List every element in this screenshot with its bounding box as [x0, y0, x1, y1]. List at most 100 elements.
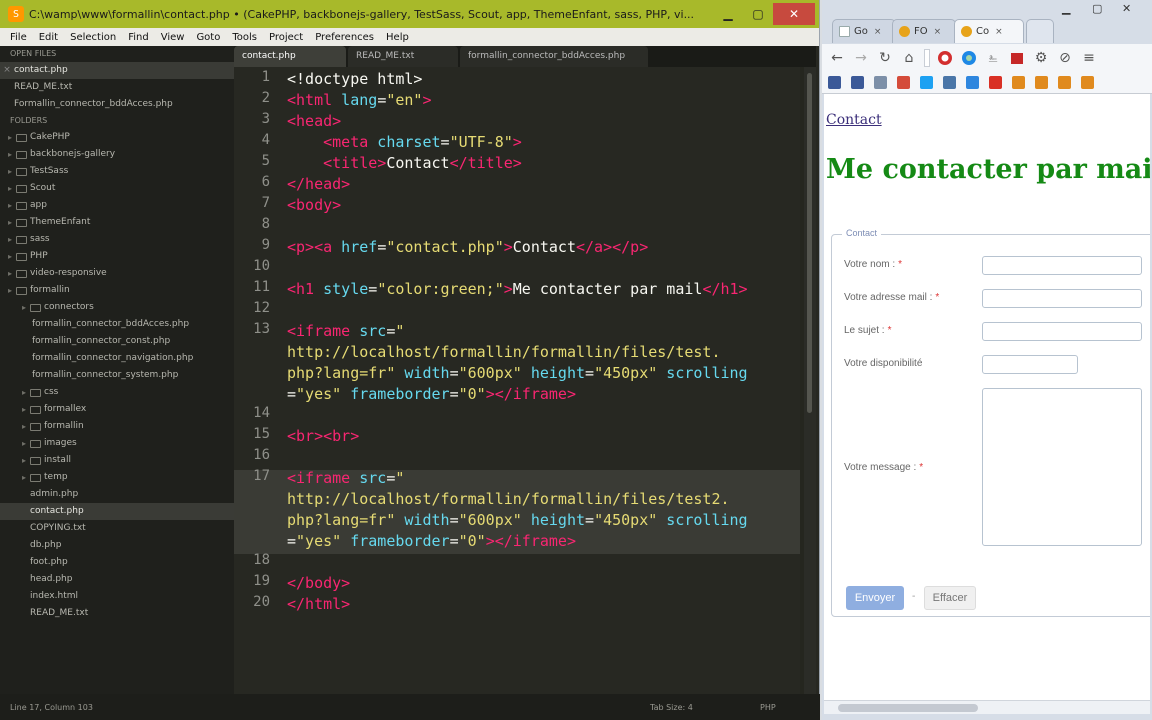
- scrollbar-thumb[interactable]: [807, 73, 812, 413]
- twitter-bookmark-icon[interactable]: [920, 76, 933, 89]
- menu-tools[interactable]: Tools: [226, 32, 263, 43]
- tab-close-icon[interactable]: ×: [934, 27, 942, 37]
- browser-tab[interactable]: Go ×: [832, 19, 896, 43]
- close-button[interactable]: ✕: [773, 3, 815, 25]
- folder-tree-item[interactable]: ▸ formallin: [0, 418, 234, 435]
- folder-tree-item[interactable]: ▸ app: [0, 197, 234, 214]
- browser-minimize-button[interactable]: ▁: [1062, 2, 1070, 15]
- folder-tree-item[interactable]: ▸ install: [0, 452, 234, 469]
- folder-tree-item[interactable]: ▸ video-responsive: [0, 265, 234, 282]
- expand-arrow-icon[interactable]: ▸: [4, 214, 16, 231]
- send-button[interactable]: Envoyer: [846, 586, 904, 610]
- forward-icon[interactable]: →: [852, 49, 870, 67]
- scrollbar-thumb[interactable]: [838, 704, 978, 712]
- code-area[interactable]: 1 2 3 4 5 6 7 8 9 10 11 12 13 14 15 16 1…: [234, 67, 800, 694]
- expand-arrow-icon[interactable]: ▸: [4, 180, 16, 197]
- expand-arrow-icon[interactable]: ▸: [18, 435, 30, 452]
- expand-arrow-icon[interactable]: ▸: [4, 282, 16, 299]
- folder-tree-item[interactable]: ▸ formallin: [0, 282, 234, 299]
- expand-arrow-icon[interactable]: ▸: [18, 418, 30, 435]
- folder-tree-item[interactable]: ▸ TestSass: [0, 163, 234, 180]
- expand-arrow-icon[interactable]: ▸: [18, 384, 30, 401]
- expand-arrow-icon[interactable]: ▸: [18, 401, 30, 418]
- horizontal-scrollbar[interactable]: [824, 700, 1150, 714]
- browser-tab[interactable]: FO ×: [892, 19, 956, 43]
- expand-arrow-icon[interactable]: ▸: [4, 248, 16, 265]
- bookmark-icon[interactable]: [966, 76, 979, 89]
- folder-tree-item[interactable]: ▸ temp: [0, 469, 234, 486]
- expand-arrow-icon[interactable]: ▸: [18, 299, 30, 316]
- menu-preferences[interactable]: Preferences: [309, 32, 380, 43]
- folder-tree-item[interactable]: ▸ css: [0, 384, 234, 401]
- globe-extension-icon[interactable]: [960, 49, 978, 67]
- folder-tree-item[interactable]: ▸ PHP: [0, 248, 234, 265]
- folder-tree-item[interactable]: ▸ CakePHP: [0, 129, 234, 146]
- syntax-mode[interactable]: PHP: [760, 703, 820, 712]
- folder-tree-item[interactable]: head.php: [0, 571, 234, 588]
- folder-tree-item[interactable]: ▸ Scout: [0, 180, 234, 197]
- expand-arrow-icon[interactable]: ▸: [4, 163, 16, 180]
- bookmark-icon[interactable]: [1081, 76, 1094, 89]
- home-icon[interactable]: ⌂: [900, 49, 918, 67]
- expand-arrow-icon[interactable]: ▸: [18, 469, 30, 486]
- folder-tree-item[interactable]: READ_ME.txt: [0, 605, 234, 622]
- bookmark-icon[interactable]: [943, 76, 956, 89]
- browser-tab-active[interactable]: Co ×: [954, 19, 1024, 43]
- folder-tree-item[interactable]: contact.php: [0, 503, 234, 520]
- settings-gear-icon[interactable]: ⚙: [1032, 49, 1050, 67]
- address-bar[interactable]: [924, 49, 930, 67]
- contact-link[interactable]: Contact: [826, 112, 882, 128]
- expand-arrow-icon[interactable]: ▸: [4, 231, 16, 248]
- block-extension-icon[interactable]: ⊘: [1056, 49, 1074, 67]
- folder-tree-item[interactable]: foot.php: [0, 554, 234, 571]
- facebook-bookmark-icon[interactable]: [851, 76, 864, 89]
- browser-maximize-button[interactable]: ▢: [1092, 2, 1102, 15]
- expand-arrow-icon[interactable]: ▸: [4, 265, 16, 282]
- tab-read-me[interactable]: READ_ME.txt: [348, 46, 458, 67]
- email-input[interactable]: [982, 289, 1142, 308]
- folder-tree-item[interactable]: ▸ formallex: [0, 401, 234, 418]
- googleplus-bookmark-icon[interactable]: [897, 76, 910, 89]
- folder-tree-item[interactable]: formallin_connector_navigation.php: [0, 350, 234, 367]
- gmail-bookmark-icon[interactable]: [989, 76, 1002, 89]
- availability-input[interactable]: [982, 355, 1078, 374]
- reload-icon[interactable]: ↻: [876, 49, 894, 67]
- bookmark-extension-icon[interactable]: [1008, 49, 1026, 67]
- facebook-bookmark-icon[interactable]: [828, 76, 841, 89]
- menu-project[interactable]: Project: [263, 32, 309, 43]
- message-textarea[interactable]: [982, 388, 1142, 546]
- tab-contact-php[interactable]: contact.php: [234, 46, 346, 67]
- bookmark-icon[interactable]: [1012, 76, 1025, 89]
- folder-tree-item[interactable]: admin.php: [0, 486, 234, 503]
- opera-extension-icon[interactable]: [936, 49, 954, 67]
- bookmark-icon[interactable]: [1058, 76, 1071, 89]
- bookmark-icon[interactable]: [874, 76, 887, 89]
- folder-tree-item[interactable]: formallin_connector_const.php: [0, 333, 234, 350]
- open-file-item[interactable]: Formallin_connector_bddAcces.php: [0, 96, 234, 113]
- clear-button[interactable]: Effacer: [924, 586, 976, 610]
- expand-arrow-icon[interactable]: ▸: [4, 129, 16, 146]
- tab-close-icon[interactable]: ×: [995, 27, 1003, 37]
- subject-input[interactable]: [982, 322, 1142, 341]
- back-icon[interactable]: ←: [828, 49, 846, 67]
- maximize-button[interactable]: ▢: [743, 3, 773, 25]
- menu-help[interactable]: Help: [380, 32, 415, 43]
- folder-tree-item[interactable]: db.php: [0, 537, 234, 554]
- open-file-item[interactable]: × contact.php: [0, 62, 234, 79]
- folder-tree-item[interactable]: ▸ sass: [0, 231, 234, 248]
- tab-size[interactable]: Tab Size: 4: [650, 703, 760, 712]
- close-file-icon[interactable]: ×: [0, 62, 14, 79]
- folder-tree-item[interactable]: ▸ backbonejs-gallery: [0, 146, 234, 163]
- new-tab-button[interactable]: [1026, 19, 1054, 43]
- menu-file[interactable]: File: [4, 32, 33, 43]
- folder-tree-item[interactable]: ▸ connectors: [0, 299, 234, 316]
- folder-tree-item[interactable]: ▸ ThemeEnfant: [0, 214, 234, 231]
- browser-close-button[interactable]: ✕: [1122, 2, 1131, 15]
- menu-goto[interactable]: Goto: [190, 32, 226, 43]
- tray-extension-icon[interactable]: ⎁: [984, 49, 1002, 67]
- minimize-button[interactable]: ▁: [713, 3, 743, 25]
- menu-selection[interactable]: Selection: [64, 32, 122, 43]
- folder-tree-item[interactable]: formallin_connector_system.php: [0, 367, 234, 384]
- tab-close-icon[interactable]: ×: [874, 27, 882, 37]
- vertical-scrollbar[interactable]: [804, 67, 816, 694]
